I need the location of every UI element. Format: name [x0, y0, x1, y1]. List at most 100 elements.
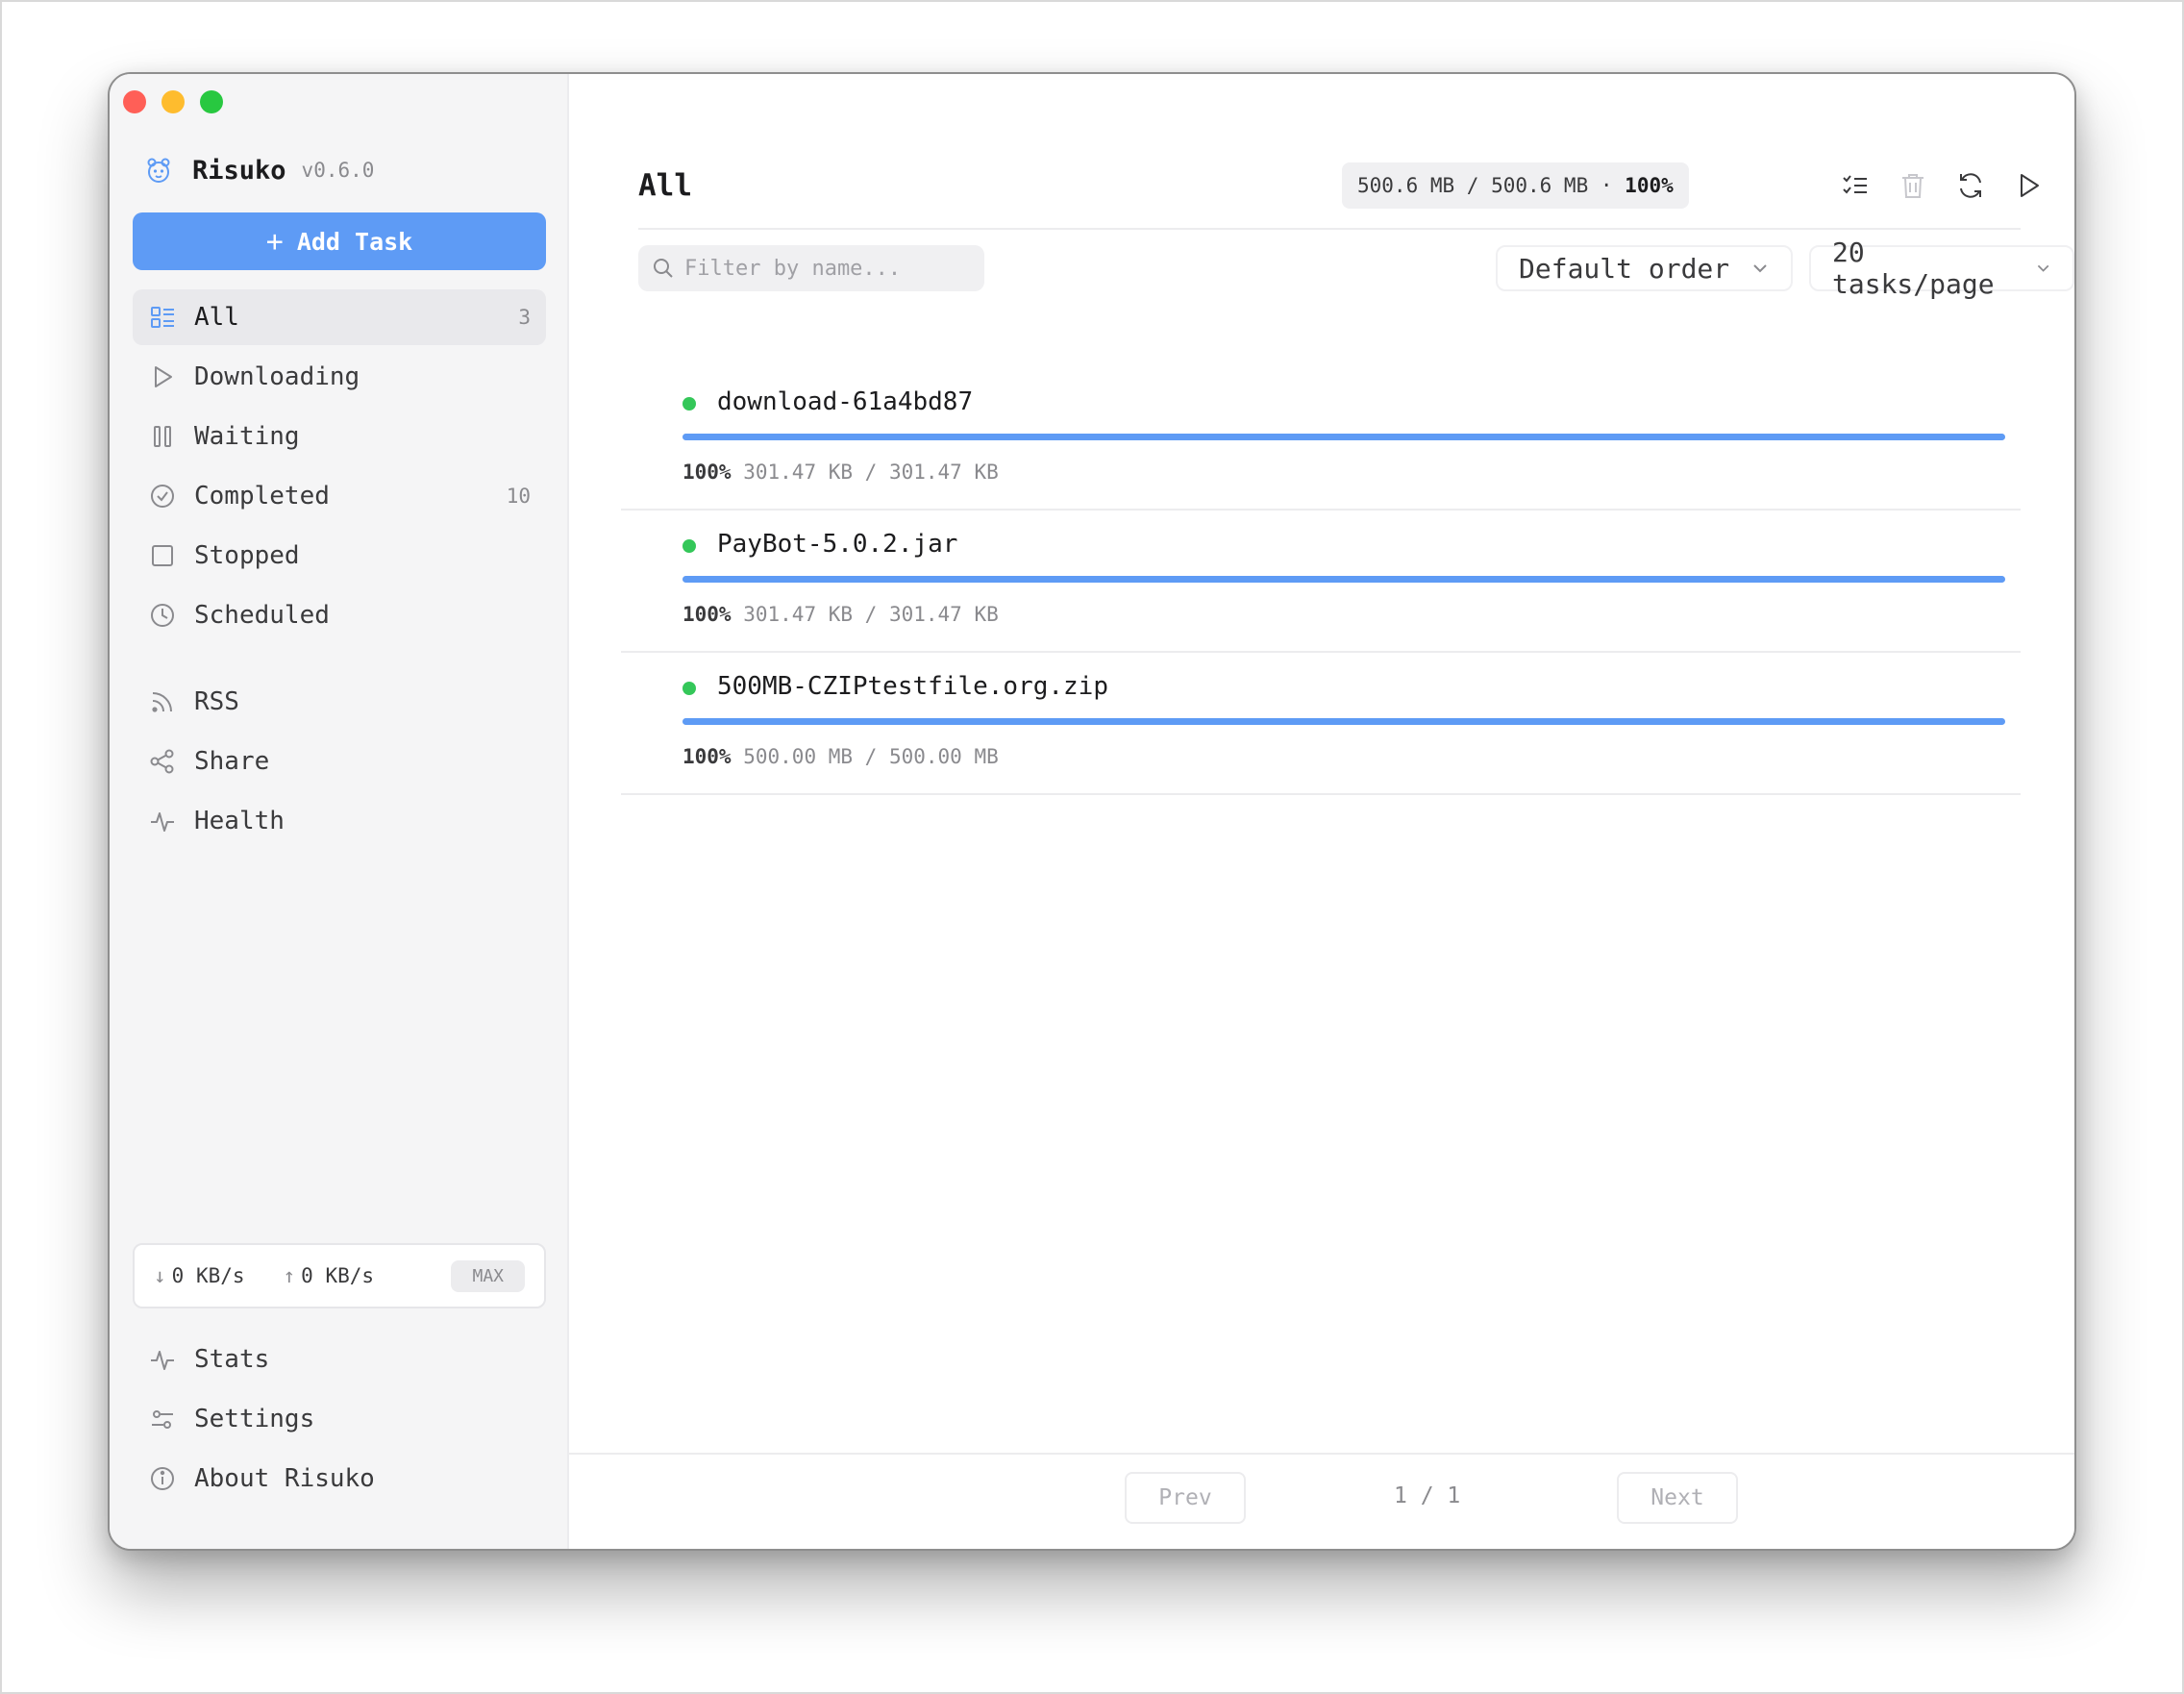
resume-all-icon[interactable]	[2013, 170, 2044, 201]
progress-bar	[682, 718, 2005, 725]
task-size: 301.47 KB / 301.47 KB	[743, 461, 999, 484]
pause-all-icon[interactable]	[2071, 170, 2076, 201]
page-size-select[interactable]: 20 tasks/page	[1809, 237, 2074, 300]
plus-icon: +	[265, 224, 284, 259]
trash-icon[interactable]	[1898, 170, 1928, 201]
app-version: v0.6.0	[301, 159, 375, 182]
task-row[interactable]: PayBot-5.0.2.jar 100% 301.47 KB / 301.47…	[621, 511, 2021, 653]
sidebar-item-label: Stopped	[194, 541, 300, 570]
arrow-down-icon: ↓	[154, 1264, 166, 1287]
sidebar-item-rss[interactable]: RSS	[133, 674, 546, 730]
share-icon	[150, 749, 174, 774]
maximize-window-button[interactable]	[200, 90, 223, 113]
list-icon	[151, 307, 174, 328]
activity-icon	[151, 812, 174, 832]
task-meta: 100% 301.47 KB / 301.47 KB	[682, 603, 999, 626]
sidebar-item-stats[interactable]: Stats	[133, 1332, 546, 1387]
sidebar-item-scheduled[interactable]: Scheduled	[133, 587, 546, 643]
next-page-button[interactable]: Next	[1617, 1472, 1738, 1524]
activity-icon	[151, 1351, 174, 1370]
close-window-button[interactable]	[123, 90, 146, 113]
task-percent: 100%	[682, 603, 732, 626]
brand: Risuko v0.6.0	[144, 151, 374, 189]
speed-indicator: ↓ 0 KB/s ↑ 0 KB/s MAX	[133, 1243, 546, 1308]
play-icon	[155, 366, 172, 387]
sidebar-item-label: Settings	[194, 1405, 315, 1433]
add-task-button[interactable]: + Add Task	[133, 212, 546, 270]
arrow-up-icon: ↑	[283, 1264, 296, 1287]
order-select-value: Default order	[1519, 252, 1730, 285]
speed-limit-toggle[interactable]: MAX	[451, 1259, 525, 1292]
page-size-select-value: 20 tasks/page	[1832, 237, 1995, 300]
footer-divider	[569, 1453, 2074, 1455]
sidebar: Risuko v0.6.0 + Add Task All 3 Downloadi…	[110, 74, 569, 1549]
sidebar-item-label: Health	[194, 807, 285, 835]
summary-percent: 100%	[1625, 174, 1674, 197]
filter-box	[638, 245, 984, 291]
task-row[interactable]: 500MB-CZIPtestfile.org.zip 100% 500.00 M…	[621, 653, 2021, 795]
refresh-icon[interactable]	[1955, 170, 1986, 201]
sidebar-item-downloading[interactable]: Downloading	[133, 349, 546, 405]
task-size: 500.00 MB / 500.00 MB	[743, 745, 999, 768]
sidebar-item-about[interactable]: About Risuko	[133, 1451, 546, 1507]
window-controls	[123, 90, 223, 113]
progress-bar-fill	[682, 576, 2005, 583]
status-nav: All 3 Downloading Waiting Completed 10 S…	[133, 289, 546, 647]
app-logo-icon	[147, 158, 170, 183]
status-dot	[682, 682, 696, 695]
chevron-down-icon	[2037, 264, 2049, 272]
bottom-nav: Stats Settings About Risuko	[133, 1332, 546, 1510]
main-panel: All 500.6 MB / 500.6 MB · 100% Filter by…	[569, 74, 2074, 1549]
add-task-label: Add Task	[296, 227, 413, 256]
sidebar-item-label: Downloading	[194, 362, 360, 391]
upload-speed: 0 KB/s	[301, 1264, 375, 1287]
progress-bar-fill	[682, 718, 2005, 725]
task-name: PayBot-5.0.2.jar	[717, 530, 958, 559]
sidebar-item-stopped[interactable]: Stopped	[133, 528, 546, 584]
minimize-window-button[interactable]	[161, 90, 185, 113]
extras-nav: RSS Share Health	[133, 674, 546, 853]
page-indicator: 1 / 1	[1394, 1483, 1461, 1508]
task-percent: 100%	[682, 745, 732, 768]
sidebar-item-waiting[interactable]: Waiting	[133, 409, 546, 464]
sidebar-item-all[interactable]: All 3	[133, 289, 546, 345]
sidebar-item-label: Scheduled	[194, 601, 330, 630]
sliders-icon	[152, 1410, 173, 1429]
sidebar-item-count: 3	[518, 306, 531, 329]
sidebar-item-health[interactable]: Health	[133, 793, 546, 849]
sidebar-item-label: Waiting	[194, 422, 300, 451]
sidebar-item-completed[interactable]: Completed 10	[133, 468, 546, 524]
sidebar-item-label: All	[194, 303, 239, 332]
pause-icon	[154, 426, 171, 447]
sidebar-item-label: Share	[194, 747, 270, 776]
filter-input[interactable]	[684, 256, 973, 281]
prev-page-button[interactable]: Prev	[1125, 1472, 1246, 1524]
sidebar-item-label: RSS	[194, 687, 239, 716]
check-circle-icon	[151, 485, 174, 508]
status-dot	[682, 397, 696, 411]
rss-icon	[152, 692, 172, 712]
header-divider	[638, 228, 2021, 230]
task-meta: 100% 500.00 MB / 500.00 MB	[682, 745, 999, 768]
progress-bar-fill	[682, 434, 2005, 440]
summary-sizes: 500.6 MB / 500.6 MB ·	[1357, 174, 1613, 197]
total-progress-summary: 500.6 MB / 500.6 MB · 100%	[1342, 162, 1689, 209]
task-name: 500MB-CZIPtestfile.org.zip	[717, 672, 1108, 701]
page-title: All	[638, 168, 692, 203]
task-size: 301.47 KB / 301.47 KB	[743, 603, 999, 626]
progress-bar	[682, 434, 2005, 440]
status-dot	[682, 539, 696, 553]
task-row[interactable]: download-61a4bd87 100% 301.47 KB / 301.4…	[621, 368, 2021, 511]
sidebar-item-share[interactable]: Share	[133, 734, 546, 789]
progress-bar	[682, 576, 2005, 583]
info-icon	[151, 1467, 174, 1490]
sidebar-item-settings[interactable]: Settings	[133, 1391, 546, 1447]
select-tasks-icon[interactable]	[1840, 170, 1871, 201]
task-meta: 100% 301.47 KB / 301.47 KB	[682, 461, 999, 484]
task-percent: 100%	[682, 461, 732, 484]
clock-icon	[151, 604, 174, 627]
sidebar-item-label: Completed	[194, 482, 330, 511]
search-icon	[654, 259, 673, 278]
sidebar-item-label: Stats	[194, 1345, 270, 1374]
order-select[interactable]: Default order	[1496, 245, 1794, 291]
